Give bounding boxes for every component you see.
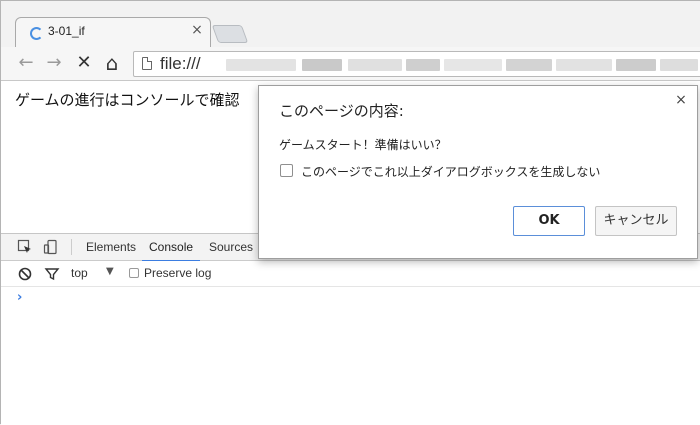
alert-dialog: このページの内容: × ゲームスタート！準備はいい？ このページでこれ以上ダイア…: [258, 85, 698, 259]
browser-window: 3-01_if × ← → ✕ ⌂ file:/// ゲームの進行はコンソールで…: [0, 0, 700, 425]
ok-button[interactable]: OK: [513, 206, 585, 236]
redacted-url-segment: [444, 59, 502, 71]
inspect-element-icon[interactable]: [17, 239, 33, 255]
devtools-separator: [71, 239, 72, 255]
dialog-message: ゲームスタート！準備はいい？: [279, 138, 447, 152]
suppress-dialogs-checkbox[interactable]: [280, 164, 293, 177]
tab-strip: 3-01_if ×: [1, 1, 700, 47]
device-toolbar-icon[interactable]: [43, 239, 59, 255]
redacted-url-segment: [406, 59, 440, 71]
page-text: ゲームの進行はコンソールで確認: [15, 91, 240, 109]
tab-close-icon[interactable]: ×: [190, 22, 204, 38]
back-icon[interactable]: ←: [15, 52, 37, 74]
redacted-url-segment: [506, 59, 552, 71]
tab-elements[interactable]: Elements: [79, 234, 143, 260]
suppress-dialogs-label: このページでこれ以上ダイアログボックスを生成しない: [301, 165, 601, 179]
page-icon: [142, 57, 152, 70]
redacted-url-segment: [660, 59, 698, 71]
forward-icon[interactable]: →: [43, 52, 65, 74]
preserve-log-label: Preserve log: [144, 266, 212, 280]
clear-console-icon[interactable]: [17, 266, 33, 282]
preserve-log-checkbox[interactable]: [129, 268, 139, 278]
redacted-url-segment: [556, 59, 612, 71]
filter-icon[interactable]: [44, 266, 60, 282]
console-prompt-icon[interactable]: ›: [17, 290, 22, 305]
dialog-title: このページの内容:: [279, 102, 404, 120]
address-bar-url: file:///: [160, 54, 201, 73]
console-toolbar: top ▼ Preserve log: [1, 261, 700, 287]
home-icon[interactable]: ⌂: [101, 52, 123, 74]
redacted-url-segment: [348, 59, 402, 71]
dialog-close-icon[interactable]: ×: [673, 92, 689, 108]
loading-spinner-icon: [30, 27, 43, 40]
browser-tab[interactable]: 3-01_if ×: [15, 17, 211, 47]
redacted-url-segment: [226, 59, 296, 71]
devtools-panel: Elements Console Sources top ▼ Preserve …: [1, 233, 700, 425]
new-tab-button[interactable]: [211, 25, 249, 43]
tab-title: 3-01_if: [48, 24, 85, 38]
stop-icon[interactable]: ✕: [73, 52, 95, 74]
tab-sources[interactable]: Sources: [202, 234, 260, 260]
browser-toolbar: ← → ✕ ⌂ file:///: [1, 47, 700, 81]
address-bar[interactable]: file:///: [133, 51, 700, 77]
redacted-url-segment: [302, 59, 342, 71]
tab-console[interactable]: Console: [142, 234, 201, 262]
context-selector[interactable]: top: [71, 266, 88, 280]
cancel-button[interactable]: キャンセル: [595, 206, 677, 236]
redacted-url-segment: [616, 59, 656, 71]
chevron-down-icon[interactable]: ▼: [106, 266, 114, 277]
